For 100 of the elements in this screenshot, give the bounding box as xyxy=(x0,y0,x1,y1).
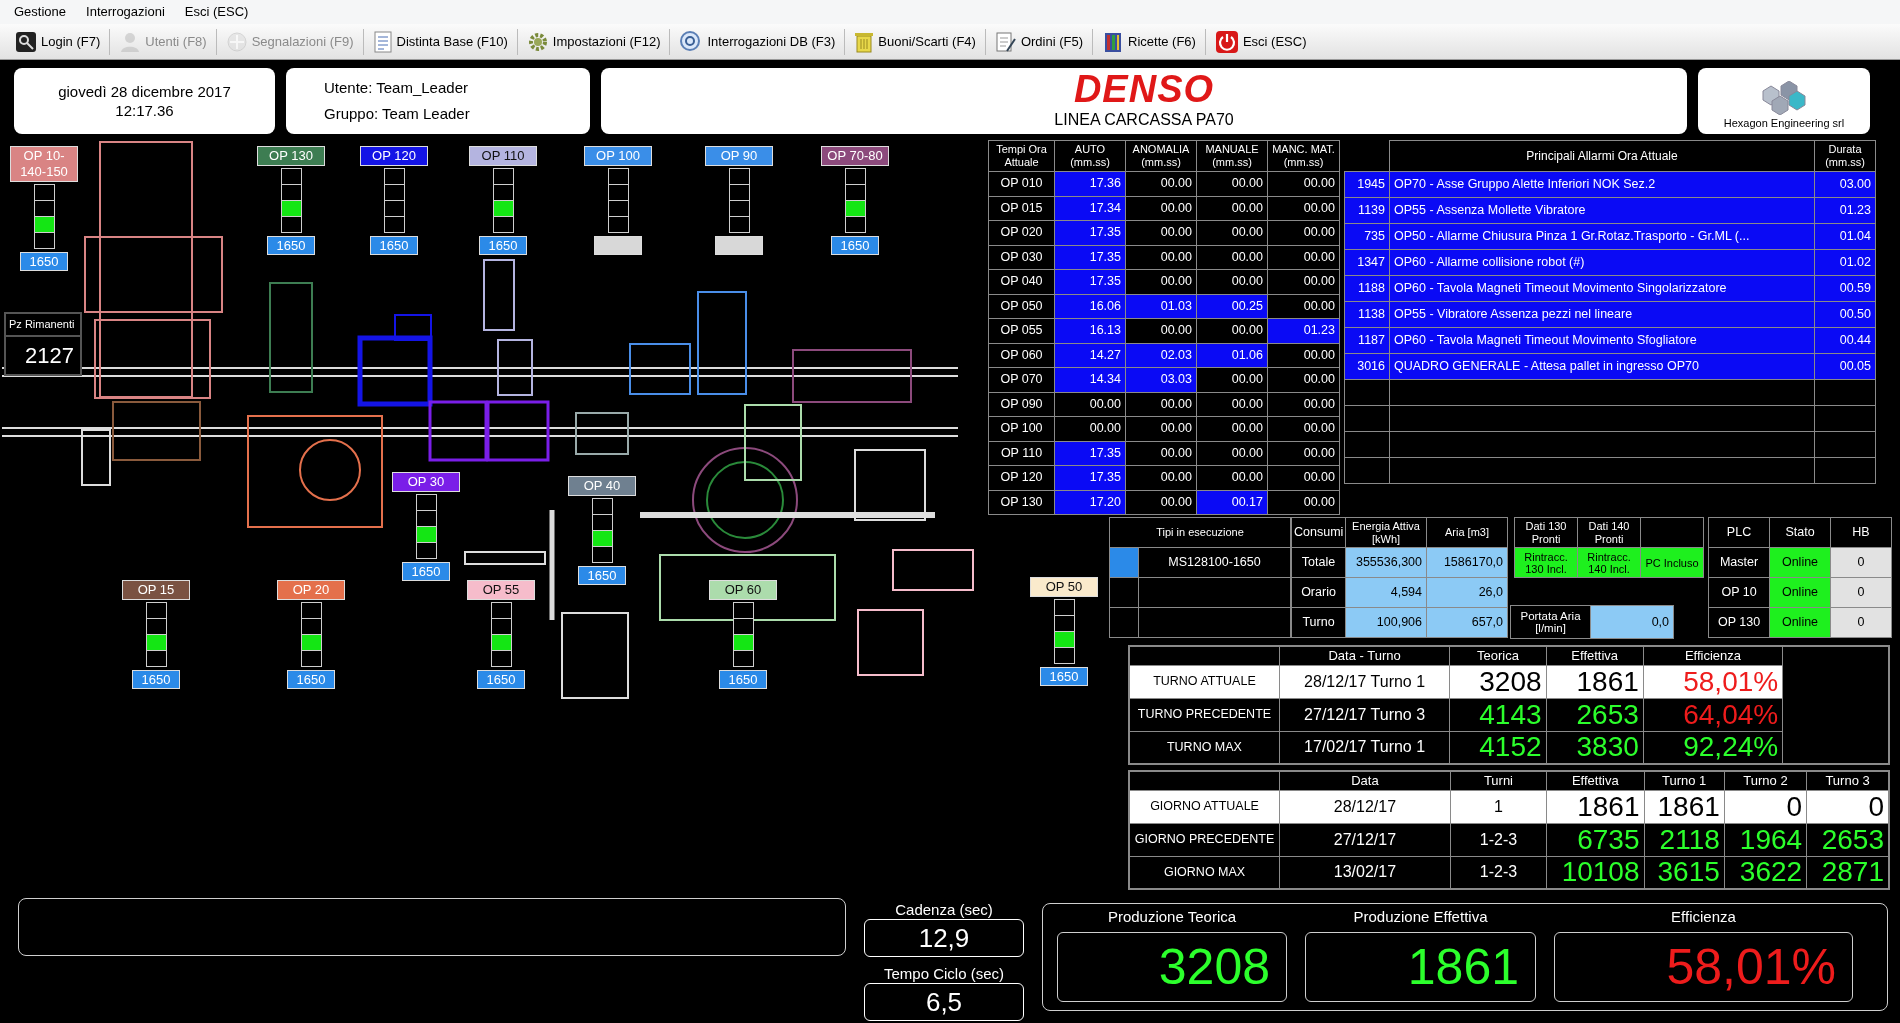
toolbar-button[interactable]: Buoni/Scarti (F4) xyxy=(849,28,981,55)
value-cell: 4143 xyxy=(1449,698,1547,731)
count-badge: 1650 xyxy=(20,252,68,271)
count-badge: 1650 xyxy=(287,670,335,689)
type-name: MS128100-1650 xyxy=(1138,547,1291,578)
toolbar-button[interactable]: Esci (ESC) xyxy=(1209,27,1312,56)
trash-bin-icon xyxy=(854,30,875,53)
heartbeat-cell: 0 xyxy=(1830,577,1892,608)
production-label: Produzione Teorica xyxy=(1107,908,1237,926)
row-label: GIORNO ATTUALE xyxy=(1129,790,1280,823)
toolbar-button[interactable]: Ricette (F6) xyxy=(1097,28,1201,55)
column-header: HB xyxy=(1830,517,1892,548)
time-cell: 00.00 xyxy=(1054,392,1126,417)
station-label: OP 30 xyxy=(392,472,460,492)
heartbeat-cell: 0 xyxy=(1830,547,1892,578)
column-header: MANC. MAT. (mm.ss) xyxy=(1267,140,1340,172)
time-cell: 00.00 xyxy=(1125,441,1197,466)
station-label: OP 60 xyxy=(709,580,777,600)
station-cell: OP 030 xyxy=(988,245,1055,270)
alarm-text: OP60 - Allarme collisione robot (#) xyxy=(1389,249,1815,276)
station-cell: OP 010 xyxy=(988,171,1055,196)
column-header: Consumi xyxy=(1291,517,1346,548)
flag-cell: Rintracc. 130 Incl. xyxy=(1514,547,1578,578)
toolbar-button[interactable]: Impostazioni (F12) xyxy=(521,28,666,55)
column-header: Efficienza xyxy=(1643,646,1783,665)
time-cell: 00.00 xyxy=(1125,196,1197,221)
column-header: Turni xyxy=(1450,771,1547,790)
column-header: Effettiva xyxy=(1546,771,1644,790)
station-label: OP 130 xyxy=(257,146,325,166)
value-cell: 657,0 xyxy=(1426,607,1508,638)
time-cell: 00.00 xyxy=(1267,343,1340,368)
time-cell: 00.00 xyxy=(1267,465,1340,490)
column-header: Effettiva xyxy=(1546,646,1644,665)
value-cell: 3208 xyxy=(1449,665,1547,698)
count-badge: 1650 xyxy=(831,236,879,255)
menu-item[interactable]: Gestione xyxy=(14,2,67,22)
group-text: Gruppo: Team Leader xyxy=(324,104,471,124)
count-badge: 1650 xyxy=(370,236,418,255)
menu-item[interactable]: Esci (ESC) xyxy=(184,2,249,22)
time-cell: 00.00 xyxy=(1125,392,1197,417)
station-cell: OP 060 xyxy=(988,343,1055,368)
toolbar-button[interactable]: Ordini (F5) xyxy=(989,28,1089,55)
column-header: ANOMALIA (mm.ss) xyxy=(1125,140,1197,172)
toolbar-button[interactable]: Distinta Base (F10) xyxy=(367,28,513,55)
time-cell: 00.00 xyxy=(1196,416,1268,441)
value-cell: 1861 xyxy=(1644,790,1725,823)
time-cell: 00.00 xyxy=(1125,171,1197,196)
time-cell: 00.00 xyxy=(1054,416,1126,441)
alarm-code: 735 xyxy=(1344,223,1390,250)
menu-item[interactable]: Interrogazioni xyxy=(86,2,165,22)
count-badge: 1650 xyxy=(267,236,315,255)
time-cell: 00.00 xyxy=(1267,441,1340,466)
alarm-text: OP70 - Asse Gruppo Alette Inferiori NOK Sez.2 xyxy=(1389,171,1815,198)
time-cell: 00.00 xyxy=(1196,171,1268,196)
time-cell: 00.00 xyxy=(1196,318,1268,343)
status-cell: Online xyxy=(1769,547,1831,578)
cadence-label: Cadenza (sec) xyxy=(895,901,993,919)
remaining-value: 2127 xyxy=(24,341,75,370)
station-label: OP 55 xyxy=(467,580,535,600)
cycle-time-label: Tempo Ciclo (sec) xyxy=(884,965,1004,983)
row-label: GIORNO PRECEDENTE xyxy=(1129,823,1280,856)
time-cell: 00.00 xyxy=(1196,220,1268,245)
heartbeat-cell: 0 xyxy=(1830,607,1892,638)
time-cell: 00.00 xyxy=(1196,245,1268,270)
production-value: 58,01% xyxy=(1554,932,1853,1002)
production-value: 1861 xyxy=(1305,932,1536,1002)
alarm-code: 1347 xyxy=(1344,249,1390,276)
toolbar-button[interactable]: Login (F7) xyxy=(10,28,106,55)
time-text: 12:17.36 xyxy=(115,101,174,120)
empty-count-badge xyxy=(594,236,642,255)
alarm-code: 1139 xyxy=(1344,197,1390,224)
station-cell: OP 110 xyxy=(988,441,1055,466)
column-header: AUTO (mm.ss) xyxy=(1054,140,1126,172)
station-label: OP 15 xyxy=(122,580,190,600)
gear-icon xyxy=(526,30,549,53)
station-cell: OP 015 xyxy=(988,196,1055,221)
column-header: Teorica xyxy=(1449,646,1547,665)
column-header: Turno 2 xyxy=(1724,771,1807,790)
value-cell: 4,594 xyxy=(1345,577,1427,608)
station-label: OP 90 xyxy=(705,146,773,166)
count-badge: 1650 xyxy=(402,562,450,581)
station-label: OP 20 xyxy=(277,580,345,600)
station-cell: OP 040 xyxy=(988,269,1055,294)
row-label: Orario xyxy=(1291,577,1346,608)
station-cell: OP 070 xyxy=(988,367,1055,392)
alarm-duration: 01.04 xyxy=(1814,223,1876,250)
circle-icon xyxy=(225,30,248,53)
line-title: LINEA CARCASSA PA70 xyxy=(1054,110,1234,130)
time-cell: 00.00 xyxy=(1267,220,1340,245)
toolbar-button[interactable]: Interrogazioni DB (F3) xyxy=(674,27,841,56)
alarm-duration: 00.44 xyxy=(1814,327,1876,354)
station-cell: OP 100 xyxy=(988,416,1055,441)
time-cell: 00.00 xyxy=(1267,269,1340,294)
count-badge: 1650 xyxy=(1040,667,1088,686)
alarm-text: OP55 - Assenza Mollette Vibratore xyxy=(1389,197,1815,224)
alarm-code: 3016 xyxy=(1344,353,1390,380)
alarm-text: OP60 - Tavola Magneti Timeout Movimento Sfogliatore xyxy=(1389,327,1815,354)
time-cell: 00.00 xyxy=(1125,318,1197,343)
time-cell: 00.00 xyxy=(1267,416,1340,441)
plc-name: OP 130 xyxy=(1708,607,1770,638)
